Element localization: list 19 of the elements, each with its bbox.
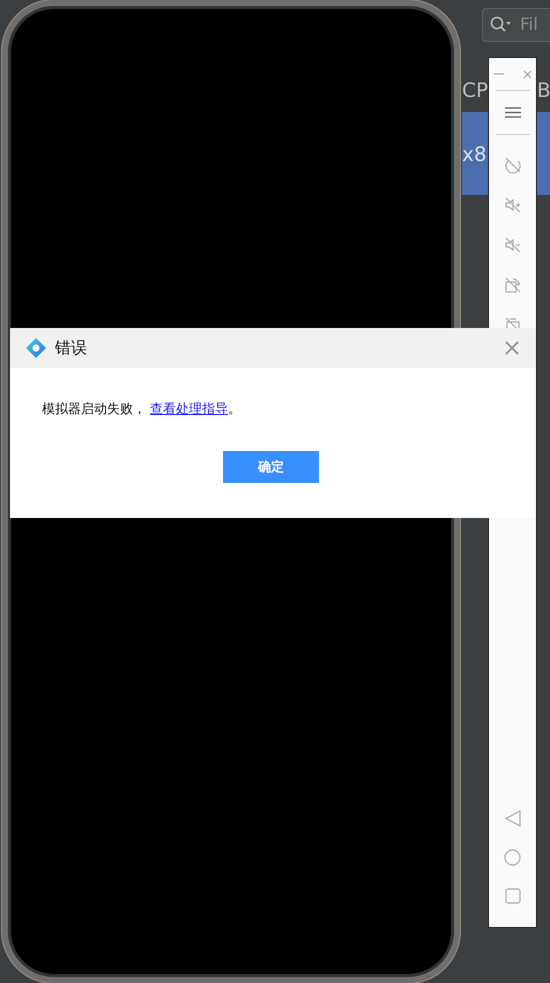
- recents-icon[interactable]: [504, 888, 520, 904]
- volume-down-off-icon[interactable]: [504, 236, 522, 254]
- dialog-title: 错误: [55, 338, 87, 358]
- app-logo-icon: [25, 337, 47, 359]
- close-icon[interactable]: [505, 341, 519, 355]
- volume-up-off-icon[interactable]: [504, 196, 522, 214]
- close-icon[interactable]: [522, 70, 532, 78]
- column-header: B: [537, 78, 550, 102]
- guide-link[interactable]: 查看处理指导: [150, 402, 228, 417]
- menu-icon[interactable]: [504, 107, 520, 118]
- rotate-screen-off-icon[interactable]: [504, 276, 522, 294]
- home-icon[interactable]: [504, 849, 521, 866]
- search-field[interactable]: Fil: [482, 8, 550, 42]
- error-message: 模拟器启动失败， 查看处理指导。: [42, 401, 242, 418]
- back-icon[interactable]: [504, 810, 520, 827]
- rotate-off-icon[interactable]: [504, 156, 522, 174]
- table-cell: x8: [462, 142, 487, 166]
- minimize-icon[interactable]: [494, 73, 504, 75]
- column-header: CP: [462, 78, 488, 102]
